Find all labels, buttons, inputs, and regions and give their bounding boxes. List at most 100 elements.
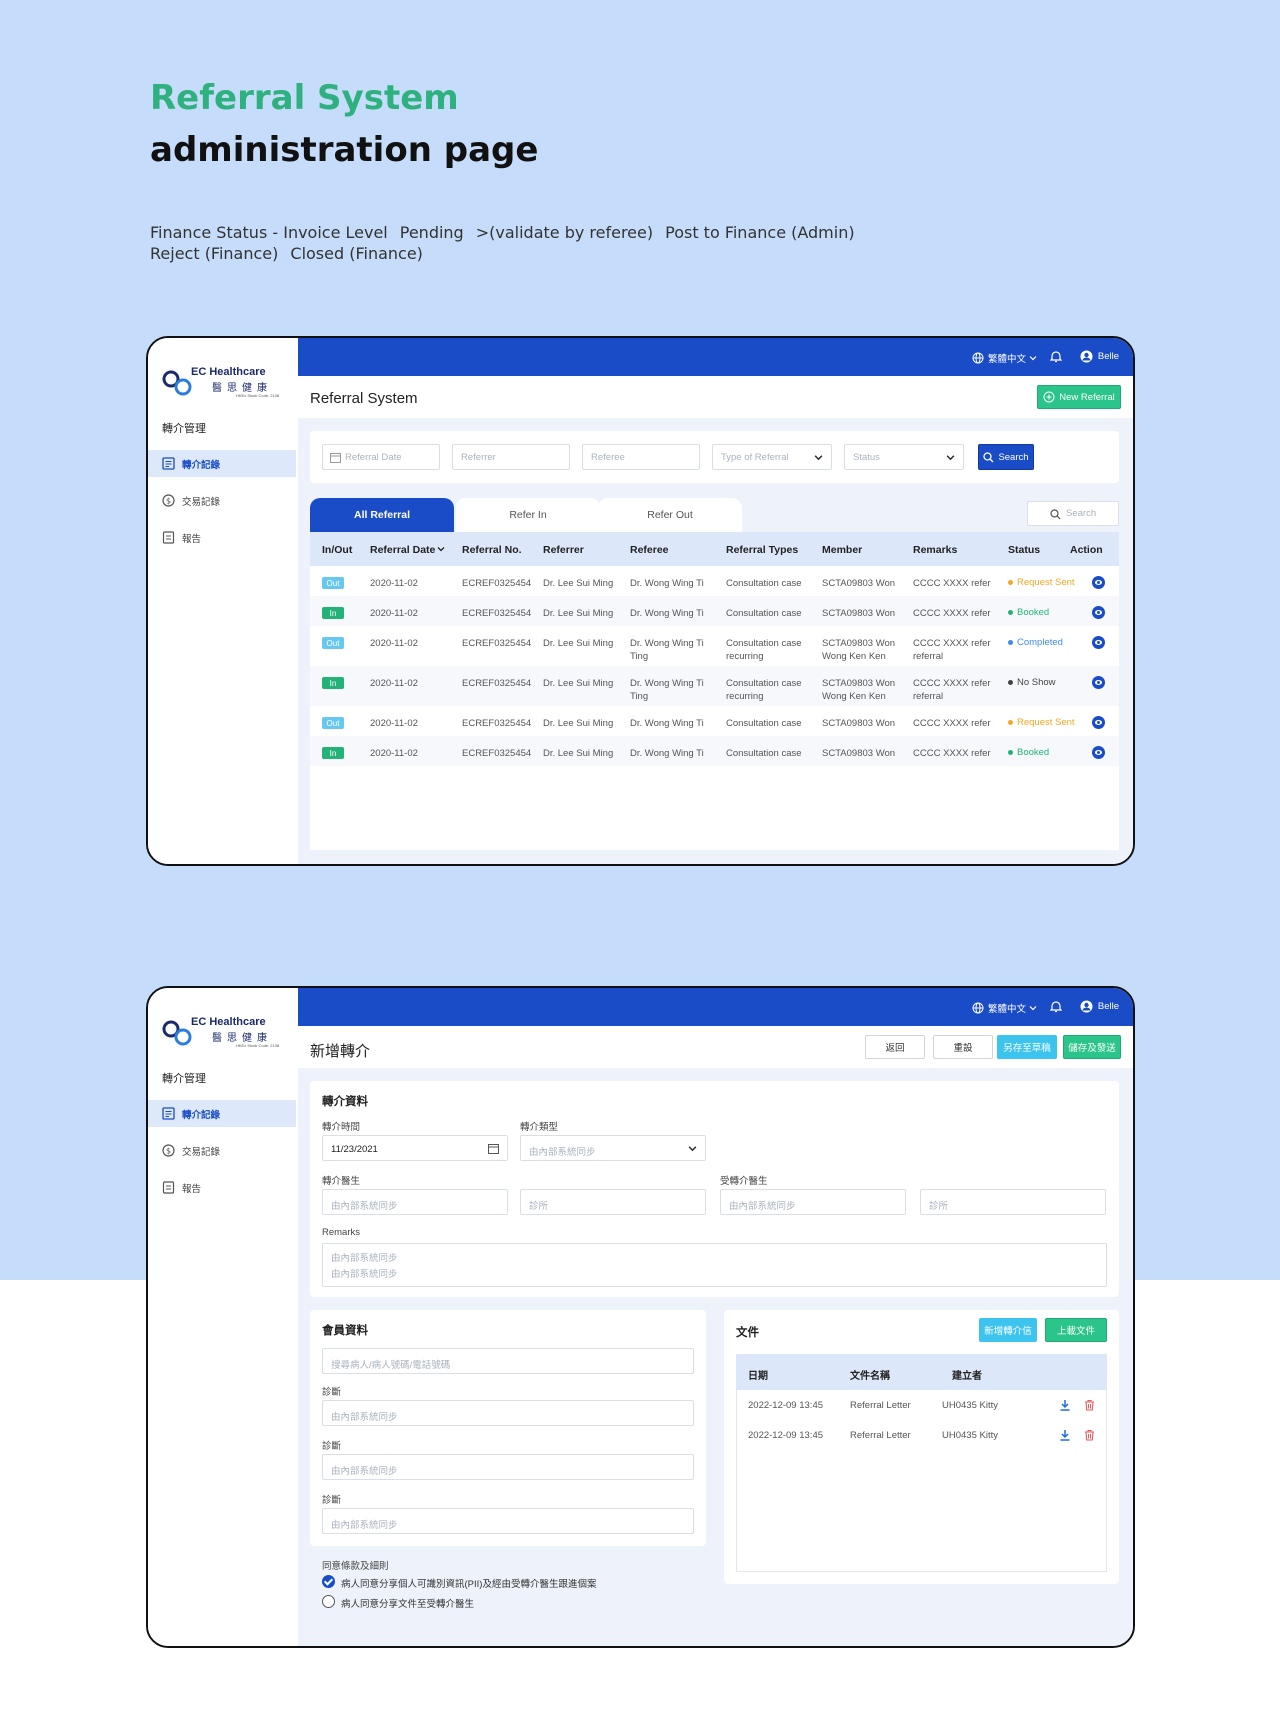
download-icon[interactable] <box>1059 1399 1071 1411</box>
top-bar: 繁體中文 Belle <box>298 338 1133 376</box>
cell-line: Dr. Wong Wing Ti <box>630 678 704 689</box>
referrer-doctor-input[interactable]: 由內部系統同步 <box>322 1189 508 1215</box>
referral-table: In/Out Referral Date Referral No. Referr… <box>310 532 1119 850</box>
cell-line: CCCC XXXX refer <box>913 638 991 649</box>
diagnosis-input[interactable]: 由內部系統同步 <box>322 1400 694 1426</box>
tab-refer-out[interactable]: Refer Out <box>598 498 742 532</box>
consent-documents-radio[interactable] <box>322 1595 335 1608</box>
search-button[interactable]: Search <box>978 444 1034 470</box>
consent-pii-checkbox[interactable] <box>322 1575 335 1588</box>
referral-type-select[interactable]: 由內部系統同步 <box>520 1135 706 1161</box>
status-select[interactable]: Status <box>844 444 964 470</box>
diagnosis-input[interactable]: 由內部系統同步 <box>322 1508 694 1534</box>
trash-icon[interactable] <box>1084 1429 1095 1441</box>
status-dot-icon <box>1008 579 1013 585</box>
main-content: 新增轉介 返回 重設 另存至草稿 儲存及發送 轉介資料 轉介時間 11/23/2… <box>298 1026 1133 1646</box>
status-label: No Show <box>1017 677 1056 688</box>
download-icon[interactable] <box>1059 1429 1071 1441</box>
search-icon <box>1050 509 1061 520</box>
status-badge: Booked <box>1008 607 1049 618</box>
referee-clinic-input[interactable]: 診所 <box>920 1189 1106 1215</box>
cell-line: CCCC XXXX refer <box>913 578 991 589</box>
referrer-clinic-placeholder: 診所 <box>529 1201 549 1212</box>
view-eye-icon[interactable] <box>1092 676 1105 689</box>
cell-referrer: Dr. Lee Sui Ming <box>543 677 613 690</box>
cell-line: Consultation case <box>726 638 802 649</box>
member-search-input[interactable]: 搜尋病人/病人號碼/電話號碼 <box>322 1348 694 1374</box>
table-row: Out 2020-11-02 ECREF0325454 Dr. Lee Sui Min… <box>310 566 1119 596</box>
referrer-clinic-input[interactable]: 診所 <box>520 1189 706 1215</box>
col-referral-date[interactable]: Referral Date <box>370 544 445 556</box>
cell-line: Consultation case <box>726 718 802 729</box>
table-row: In 2020-11-02 ECREF0325454 Dr. Lee Sui Ming… <box>310 596 1119 626</box>
sidebar: EC Healthcare 醫思健康 HKEx Stock Code: 2138… <box>148 988 298 1646</box>
cell-type: Consultation case <box>726 577 802 590</box>
new-referral-letter-button[interactable]: 新增轉介信 <box>979 1318 1037 1342</box>
view-eye-icon[interactable] <box>1092 716 1105 729</box>
cell-line: CCCC XXXX refer <box>913 608 991 619</box>
cell-line: Wong Ken Ken <box>822 651 886 662</box>
cell-remarks: CCCC XXXX refer <box>913 747 991 760</box>
cell-line: 2020-11-02 <box>370 578 418 589</box>
sidebar-item-transactions[interactable]: $ 交易記錄 <box>148 1137 296 1164</box>
table-search-input[interactable]: Search <box>1027 501 1119 526</box>
referee-filter[interactable]: Referee <box>582 444 700 470</box>
upload-document-button[interactable]: 上載文件 <box>1045 1318 1107 1342</box>
referee-doctor-input[interactable]: 由內部系統同步 <box>720 1189 906 1215</box>
user-name: Belle <box>1097 351 1119 362</box>
cell-line: Consultation case <box>726 678 802 689</box>
sidebar-item-reports[interactable]: 報告 <box>148 1174 296 1201</box>
tab-all-referral[interactable]: All Referral <box>310 498 454 532</box>
type-of-referral-select[interactable]: Type of Referral <box>712 444 832 470</box>
remarks-line: 由內部系統同步 <box>331 1269 398 1280</box>
cell-date: 2020-11-02 <box>370 637 418 650</box>
referrer-filter[interactable]: Referrer <box>452 444 570 470</box>
bell-icon[interactable] <box>1050 1000 1062 1013</box>
view-eye-icon[interactable] <box>1092 606 1105 619</box>
cell-member: SCTA09803 Won <box>822 577 895 590</box>
cell-member: SCTA09803 Won <box>822 747 895 760</box>
user-menu[interactable]: Belle <box>1080 1000 1119 1013</box>
cell-line: referral <box>913 691 944 702</box>
view-eye-icon[interactable] <box>1092 576 1105 589</box>
diagnosis-placeholder: 由內部系統同步 <box>331 1412 398 1423</box>
referral-date-filter[interactable]: Referral Date <box>322 444 440 470</box>
tab-refer-in[interactable]: Refer In <box>456 498 600 532</box>
sidebar-item-referral-records[interactable]: 轉介記錄 <box>148 450 296 477</box>
sidebar-item-referral-records[interactable]: 轉介記錄 <box>148 1100 296 1127</box>
back-button[interactable]: 返回 <box>865 1035 925 1059</box>
cell-referee: Dr. Wong Wing Ti <box>630 607 704 620</box>
reset-button[interactable]: 重設 <box>933 1035 993 1059</box>
cell-line: Wong Ken Ken <box>822 691 886 702</box>
remarks-textarea[interactable]: 由內部系統同步 由內部系統同步 <box>322 1243 1107 1287</box>
view-eye-icon[interactable] <box>1092 746 1105 759</box>
search-icon <box>983 451 994 462</box>
bell-icon[interactable] <box>1050 350 1062 363</box>
consent-pii-label: 病人同意分享個人可識別資訊(PII)及經由受轉介醫生跟進個案 <box>341 1579 597 1590</box>
member-search-placeholder: 搜尋病人/病人號碼/電話號碼 <box>331 1360 451 1371</box>
col-referral-date-label: Referral Date <box>370 544 436 556</box>
cell-no: ECREF0325454 <box>462 577 531 590</box>
trash-icon[interactable] <box>1084 1399 1095 1411</box>
new-referral-button[interactable]: New Referral <box>1037 385 1121 409</box>
referee-doctor-label: 受轉介醫生 <box>720 1176 768 1187</box>
report-icon <box>162 531 175 544</box>
sidebar-item-reports[interactable]: 報告 <box>148 524 296 551</box>
status-label: Completed <box>1017 637 1063 648</box>
sidebar-item-transactions[interactable]: $ 交易記錄 <box>148 487 296 514</box>
status-badge: Request Sent <box>1008 717 1075 728</box>
save-draft-button[interactable]: 另存至草稿 <box>997 1035 1057 1059</box>
direction-badge: Out <box>322 637 344 649</box>
referral-time-input[interactable]: 11/23/2021 <box>322 1135 508 1161</box>
logo: EC Healthcare 醫思健康 HKEx Stock Code: 2138 <box>162 1012 292 1052</box>
language-selector[interactable]: 繁體中文 <box>972 1001 1037 1015</box>
view-eye-icon[interactable] <box>1092 636 1105 649</box>
language-selector[interactable]: 繁體中文 <box>972 351 1037 365</box>
cell-line: ECREF0325454 <box>462 638 532 649</box>
cell-remarks: CCCC XXXX refer <box>913 607 991 620</box>
chevron-down-icon <box>688 1146 697 1152</box>
diagnosis-input[interactable]: 由內部系統同步 <box>322 1454 694 1480</box>
save-send-button[interactable]: 儲存及發送 <box>1063 1035 1121 1059</box>
cell-referrer: Dr. Lee Sui Ming <box>543 607 613 620</box>
user-menu[interactable]: Belle <box>1080 350 1119 363</box>
